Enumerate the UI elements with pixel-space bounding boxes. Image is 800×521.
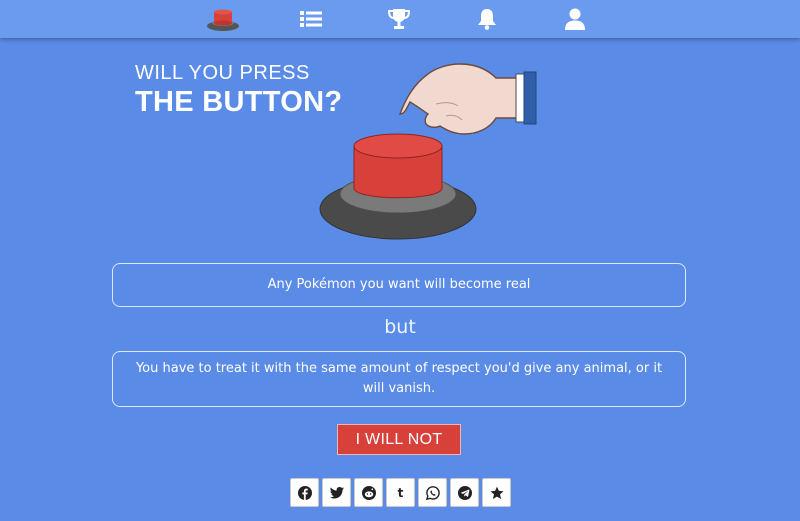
headline-line-1: WILL YOU PRESS xyxy=(135,62,310,84)
share-tumblr-button[interactable]: t xyxy=(386,478,415,507)
star-icon xyxy=(490,486,503,499)
tumblr-icon: t xyxy=(397,485,404,500)
big-red-button-illustration[interactable] xyxy=(318,58,548,244)
share-telegram-button[interactable] xyxy=(450,478,479,507)
connector-text: but xyxy=(384,316,416,338)
nav-profile[interactable] xyxy=(551,2,599,36)
decline-button[interactable]: I WILL NOT xyxy=(337,424,461,455)
bell-icon xyxy=(478,9,496,30)
con-option-card: You have to treat it with the same amoun… xyxy=(112,351,686,407)
con-option-text: You have to treat it with the same amoun… xyxy=(135,361,663,396)
reddit-icon xyxy=(361,485,376,500)
list-icon xyxy=(300,11,322,27)
facebook-icon xyxy=(297,485,312,500)
nav-home[interactable] xyxy=(199,2,247,36)
share-bar: t xyxy=(290,478,511,508)
share-reddit-button[interactable] xyxy=(354,478,383,507)
whatsapp-icon xyxy=(425,485,440,500)
share-whatsapp-button[interactable] xyxy=(418,478,447,507)
nav-leaderboard[interactable] xyxy=(375,2,423,36)
twitter-icon xyxy=(329,486,344,498)
pro-option-text: Any Pokémon you want will become real xyxy=(267,277,531,292)
nav-notifications[interactable] xyxy=(463,2,511,36)
share-favorite-button[interactable] xyxy=(482,478,511,507)
telegram-icon xyxy=(457,485,472,500)
nav-list[interactable] xyxy=(287,2,335,36)
trophy-icon xyxy=(387,9,411,29)
top-nav-bar xyxy=(0,0,800,38)
share-facebook-button[interactable] xyxy=(290,478,319,507)
pointing-hand xyxy=(398,63,537,135)
red-button-icon xyxy=(207,9,239,31)
user-icon xyxy=(565,8,585,30)
headline-line-2: THE BUTTON? xyxy=(135,86,343,118)
pro-option-card: Any Pokémon you want will become real xyxy=(112,263,686,307)
share-twitter-button[interactable] xyxy=(322,478,351,507)
